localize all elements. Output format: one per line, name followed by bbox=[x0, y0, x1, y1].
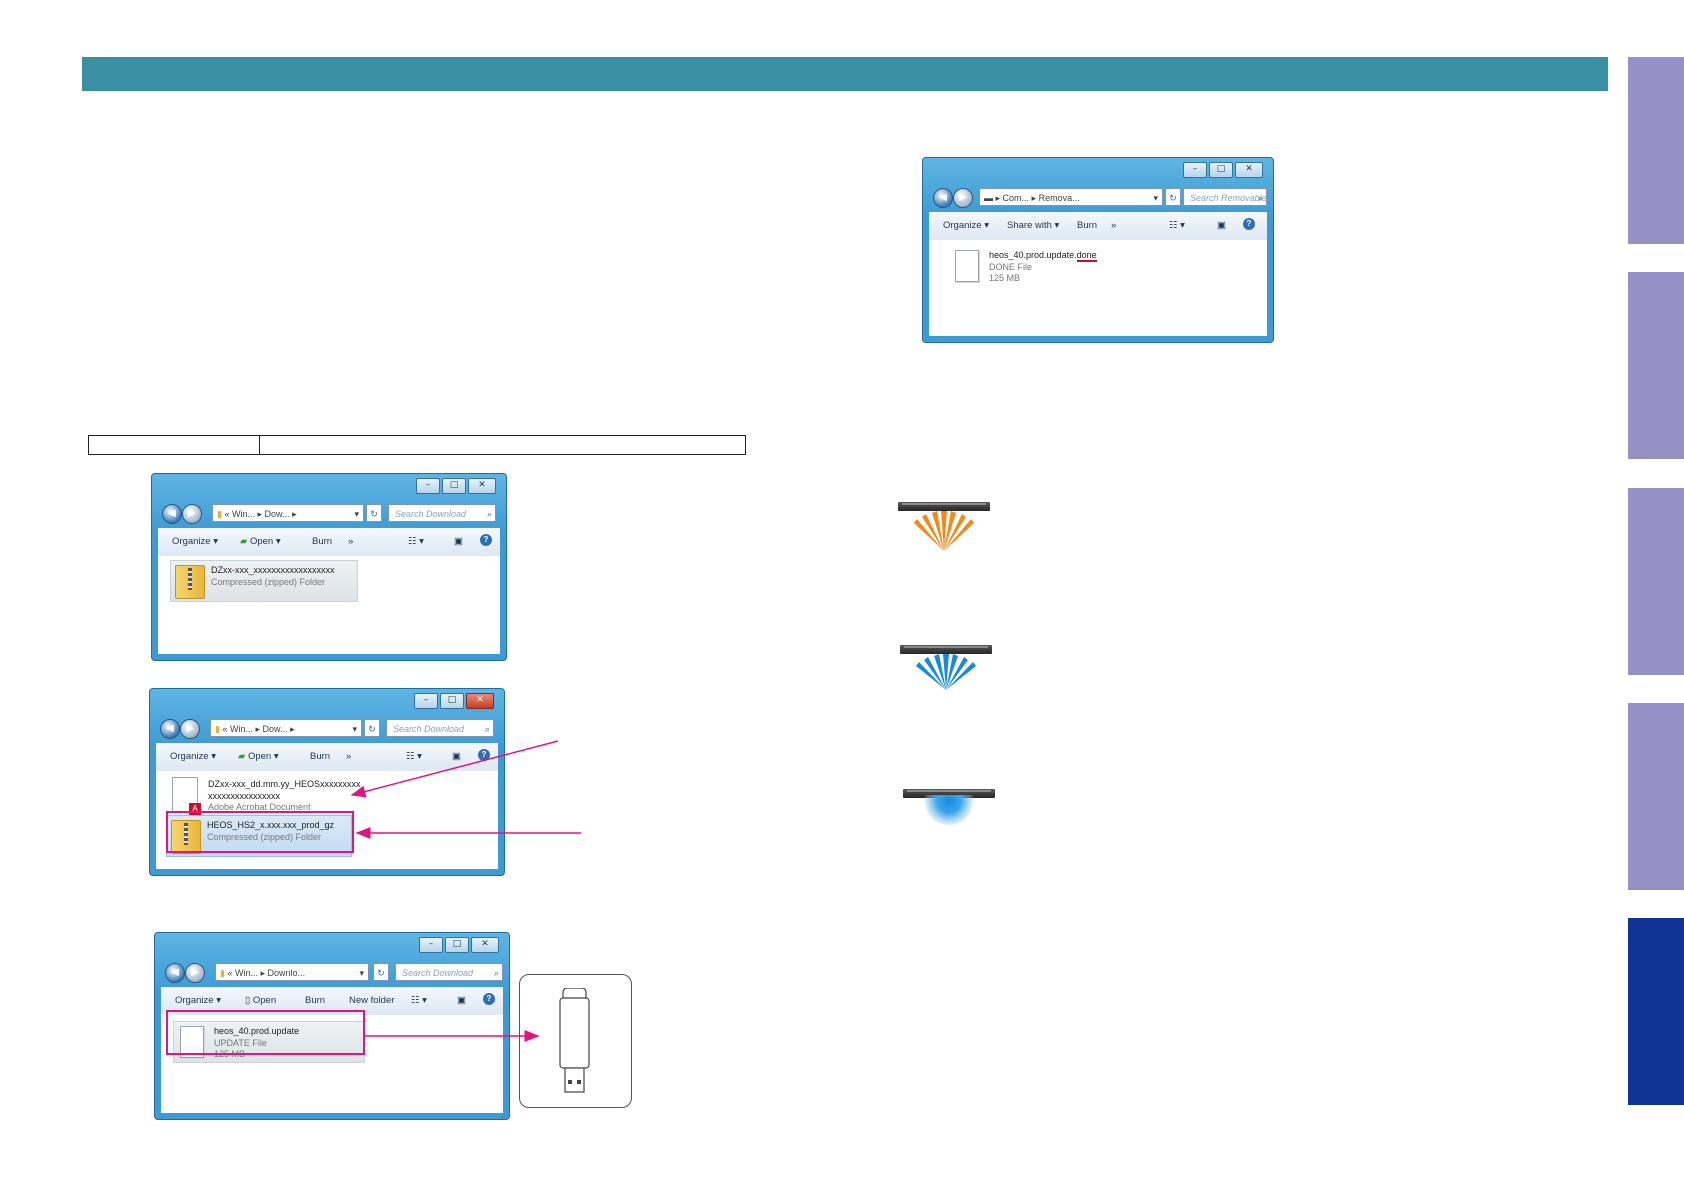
blue-light-burst-icon bbox=[916, 654, 976, 690]
callout-arrows bbox=[350, 740, 581, 1042]
led-indicator-blue-solid bbox=[903, 789, 995, 825]
callout-arrow-pdf bbox=[350, 740, 559, 798]
amber-light-burst-icon bbox=[914, 511, 974, 551]
led-indicator-blue-blink bbox=[900, 645, 992, 690]
device-bar bbox=[898, 502, 990, 511]
device-bar bbox=[900, 645, 992, 654]
usb-drive-icon bbox=[559, 988, 590, 1093]
led-indicator-amber bbox=[898, 502, 990, 551]
